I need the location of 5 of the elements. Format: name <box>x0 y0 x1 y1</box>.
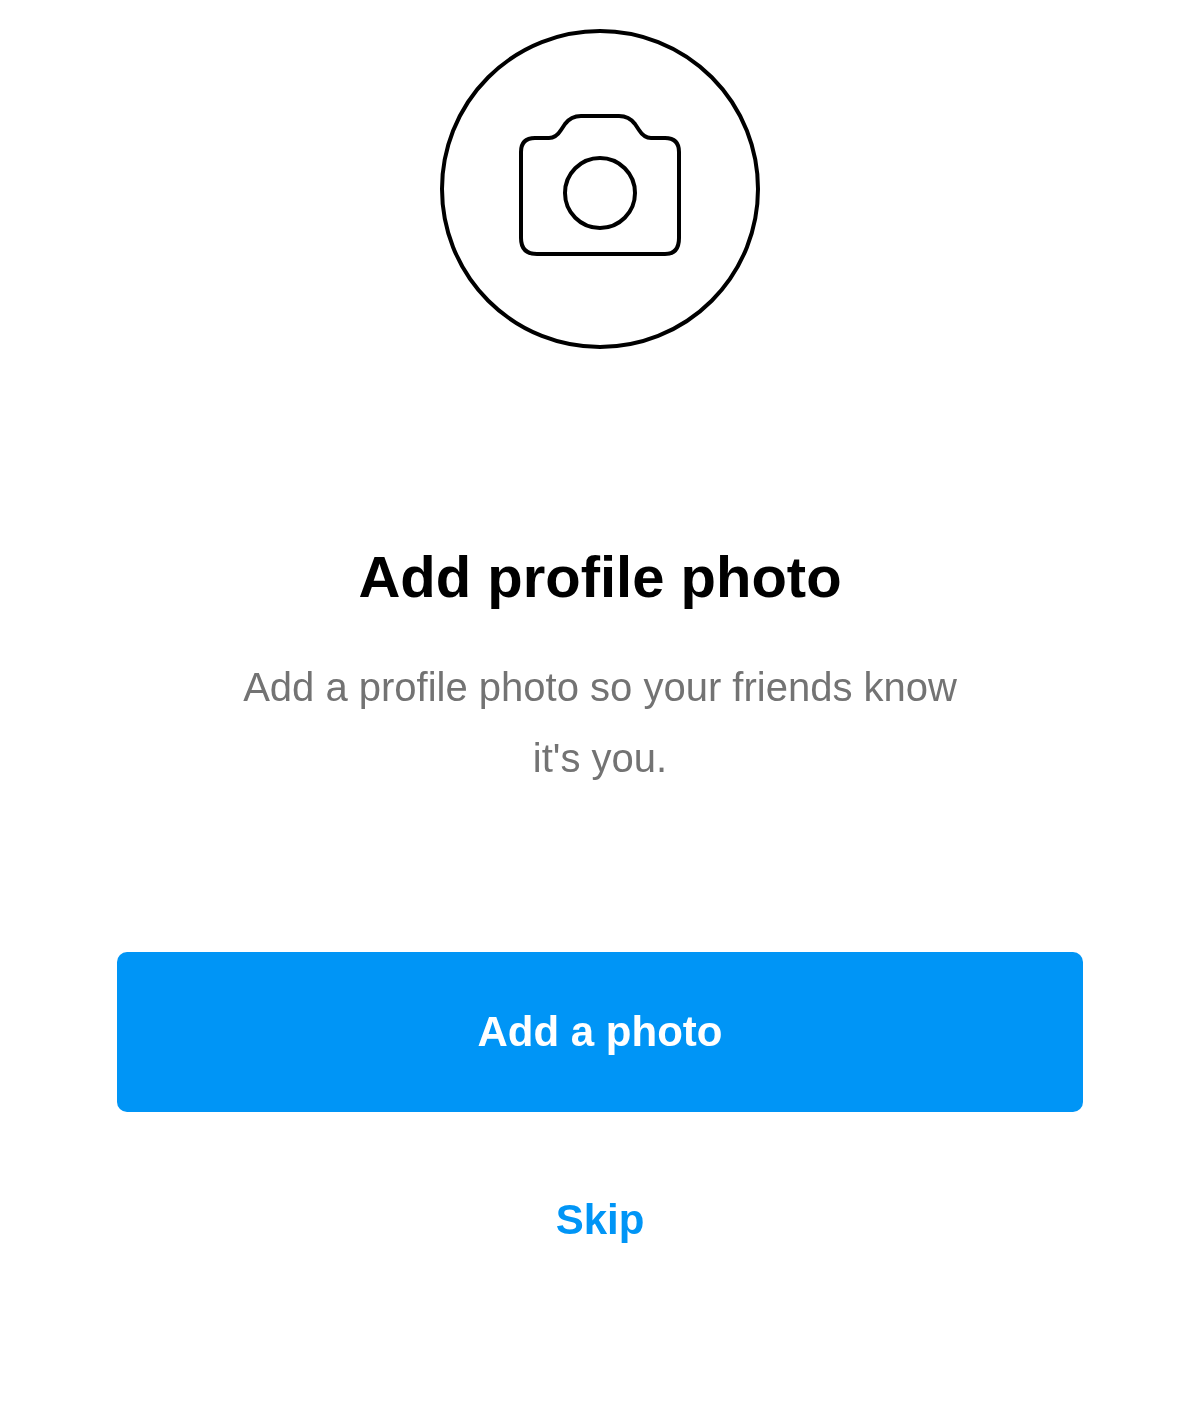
title: Add profile photo <box>358 543 842 611</box>
camera-icon <box>439 28 761 350</box>
description: Add a profile photo so your friends know it's you. <box>242 663 958 782</box>
add-photo-button[interactable]: Add a photo <box>117 951 1083 1112</box>
skip-link[interactable]: Skip <box>555 1187 645 1251</box>
